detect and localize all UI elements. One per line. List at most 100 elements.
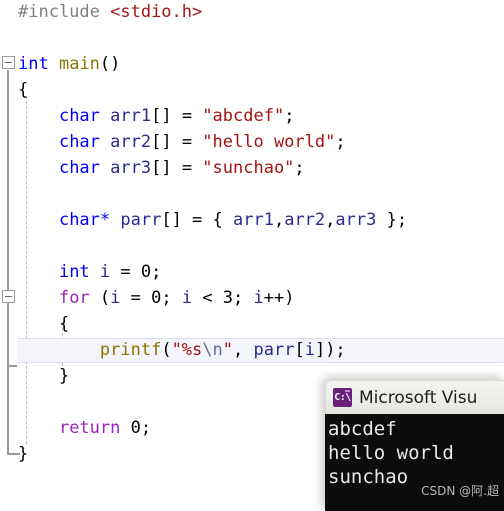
code-token: ++): [263, 288, 295, 308]
code-line-text: for (i = 0; i < 3; i++): [18, 286, 295, 311]
code-token: arr1: [233, 210, 274, 230]
console-window-title: Microsoft Visu: [359, 387, 478, 408]
code-token: < 3;: [192, 288, 254, 308]
code-line-text: int i = 0;: [18, 260, 161, 285]
code-line-text: #include <stdio.h>: [18, 0, 202, 25]
console-window[interactable]: C:\ Microsoft Visu abcdef hello world sunc…: [325, 380, 504, 511]
code-token: parr: [120, 210, 162, 230]
code-token: (: [89, 288, 111, 308]
code-token: }: [58, 366, 70, 386]
console-output-line: sunchao: [328, 466, 409, 488]
code-line[interactable]: char arr1[] = "abcdef";: [0, 104, 504, 129]
code-token: ;: [294, 158, 305, 178]
code-line[interactable]: for (i = 0; i < 3; i++): [0, 286, 504, 311]
code-token: char: [58, 106, 100, 126]
code-token: "abcdef": [202, 106, 285, 126]
code-token: i: [110, 288, 121, 308]
code-line-text: char* parr[] = { arr1,arr2,arr3 };: [18, 208, 407, 233]
code-token: <stdio.h>: [110, 2, 203, 22]
code-token: (: [161, 340, 172, 360]
code-line[interactable]: {: [0, 312, 504, 337]
code-line-text: printf("%s\n", parr[i]);: [18, 338, 346, 363]
code-token: [] =: [151, 132, 203, 152]
code-line[interactable]: #include <stdio.h>: [0, 0, 504, 25]
code-token: arr3: [335, 210, 377, 230]
code-token: char: [58, 158, 100, 178]
code-line[interactable]: [0, 182, 504, 207]
code-token: ,: [325, 210, 336, 230]
code-token: [] =: [151, 106, 203, 126]
code-token: ": [222, 340, 234, 360]
code-token: \n: [202, 340, 223, 360]
code-token: "%s: [171, 340, 203, 360]
code-line[interactable]: char* parr[] = { arr1,arr2,arr3 };: [0, 208, 504, 233]
code-line[interactable]: {: [0, 78, 504, 103]
code-line-text: }: [18, 442, 28, 467]
code-line[interactable]: printf("%s\n", parr[i]);: [0, 338, 504, 363]
code-token: char*: [58, 210, 111, 230]
code-line-text: char arr1[] = "abcdef";: [18, 104, 294, 129]
code-token: int: [58, 262, 90, 282]
code-line[interactable]: [0, 234, 504, 259]
code-line[interactable]: int main(): [0, 52, 504, 77]
code-token: parr: [253, 340, 295, 360]
code-token: arr1: [110, 106, 152, 126]
code-token: char: [58, 132, 100, 152]
csdn-watermark: CSDN @阿.超: [421, 484, 499, 498]
code-token: [] = {: [161, 210, 233, 230]
console-cmd-icon: C:\: [333, 388, 352, 407]
code-token: i: [181, 288, 193, 308]
code-token: }: [18, 444, 29, 464]
code-line[interactable]: char arr3[] = "sunchao";: [0, 156, 504, 181]
code-token: for: [58, 288, 90, 308]
code-token: {: [18, 80, 29, 100]
code-line-text: }: [18, 364, 69, 389]
code-token: (): [99, 54, 121, 74]
console-output-line: hello world: [328, 442, 454, 464]
code-line-text: {: [18, 312, 69, 337]
code-token: ;: [335, 132, 346, 152]
code-token: ,: [273, 210, 285, 230]
code-token: arr3: [110, 158, 152, 178]
code-token: 0;: [130, 418, 152, 438]
console-cmd-icon-cap: [345, 389, 350, 392]
code-token: "hello world": [202, 132, 336, 152]
console-output-area: abcdef hello world sunchao CSDN @阿.超: [325, 414, 504, 511]
code-token: return: [58, 418, 121, 438]
code-line-text: char arr3[] = "sunchao";: [18, 156, 305, 181]
code-token: ;: [284, 106, 295, 126]
code-token: "sunchao": [202, 158, 295, 178]
code-token: printf: [99, 340, 162, 360]
code-token: i: [99, 262, 111, 282]
console-cmd-icon-glyph: C:\: [334, 391, 351, 403]
code-token: = 0;: [110, 262, 162, 282]
code-token: {: [58, 314, 70, 334]
code-token: int: [18, 54, 49, 74]
code-token: };: [376, 210, 408, 230]
code-line[interactable]: int i = 0;: [0, 260, 504, 285]
code-line[interactable]: char arr2[] = "hello world";: [0, 130, 504, 155]
console-titlebar[interactable]: C:\ Microsoft Visu: [325, 380, 504, 414]
code-line-text: int main(): [18, 52, 120, 77]
code-token: = 0;: [120, 288, 182, 308]
code-token: arr2: [110, 132, 152, 152]
code-line-text: char arr2[] = "hello world";: [18, 130, 346, 155]
code-token: main: [58, 54, 100, 74]
code-line-text: {: [18, 78, 28, 103]
